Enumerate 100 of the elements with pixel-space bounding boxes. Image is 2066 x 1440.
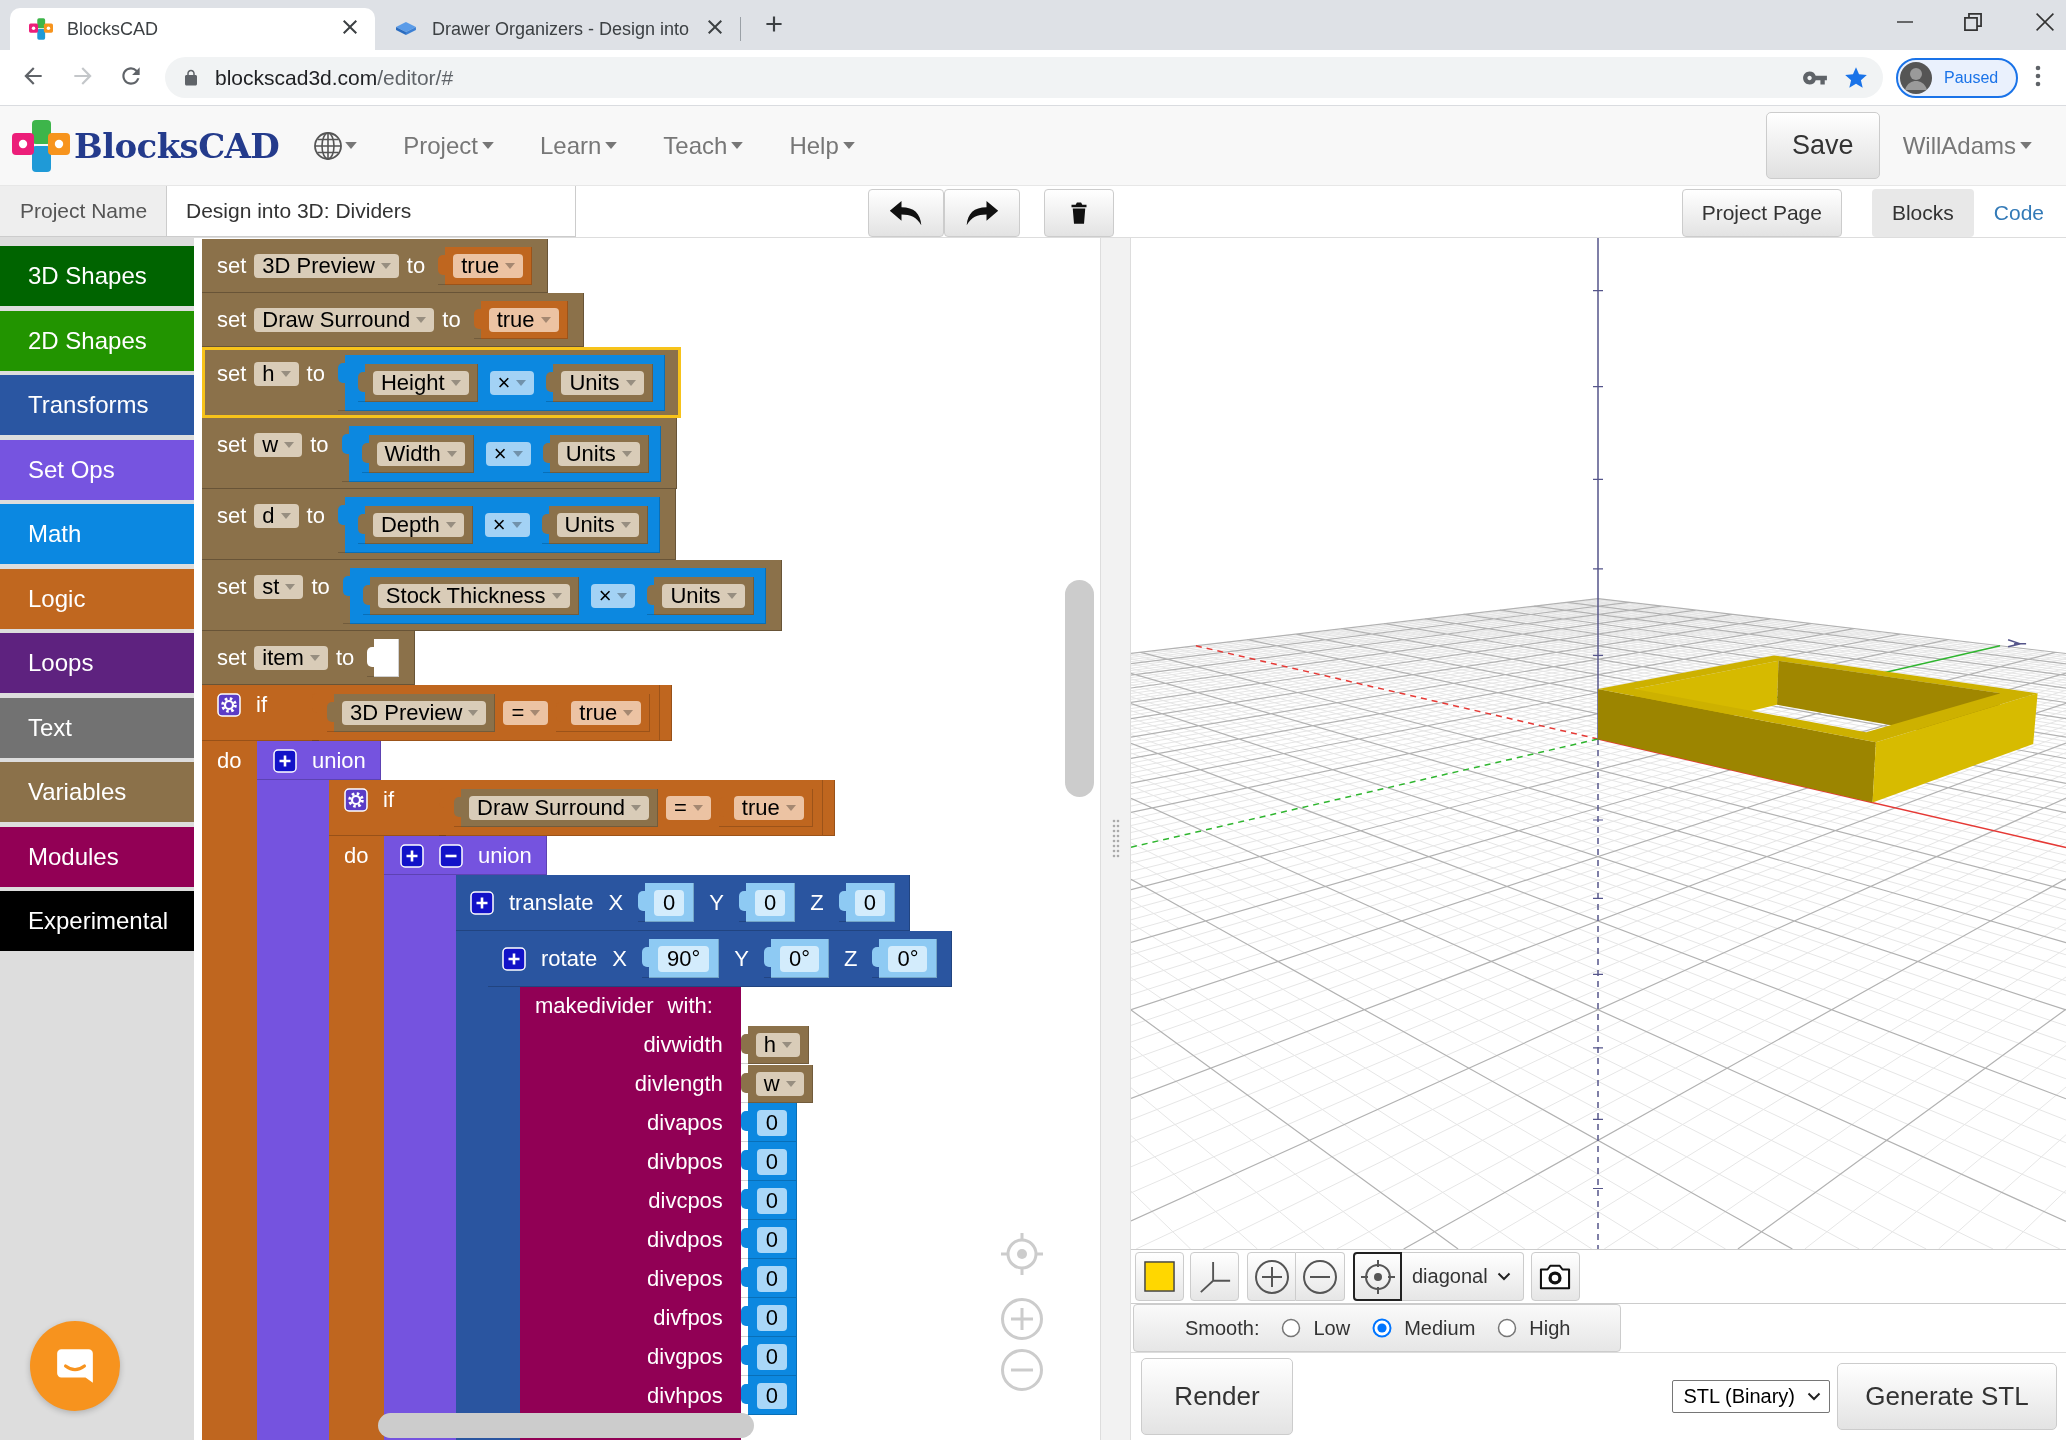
block-header[interactable]: union bbox=[384, 836, 547, 875]
dropdown-field[interactable]: = bbox=[665, 796, 711, 820]
undo-button[interactable] bbox=[868, 189, 944, 237]
dropdown-field[interactable]: Draw Surround bbox=[254, 308, 435, 332]
number-field[interactable]: 0 bbox=[755, 889, 786, 916]
plus-icon[interactable] bbox=[470, 891, 494, 915]
radio-button[interactable] bbox=[1281, 1318, 1302, 1338]
number-field[interactable]: 0° bbox=[888, 945, 928, 972]
category-item[interactable]: Text bbox=[0, 697, 194, 758]
radio-button[interactable] bbox=[1497, 1318, 1518, 1338]
variable-block[interactable]: Depth bbox=[357, 506, 473, 544]
dropdown-field[interactable]: st bbox=[254, 575, 304, 599]
variable-block[interactable]: Units bbox=[546, 364, 653, 402]
number-block[interactable]: 0 bbox=[740, 1376, 798, 1415]
category-item[interactable]: Modules bbox=[0, 826, 194, 887]
browser-tab[interactable]: Drawer Organizers - Design into bbox=[375, 8, 740, 50]
delete-button[interactable] bbox=[1044, 189, 1114, 237]
block-header[interactable]: if 3D Preview = true bbox=[202, 685, 673, 741]
axes-button[interactable] bbox=[1190, 1252, 1239, 1301]
number-field[interactable]: 0 bbox=[756, 1304, 788, 1331]
vertical-scrollbar[interactable] bbox=[1065, 580, 1094, 797]
number-block[interactable]: 0° bbox=[763, 939, 829, 978]
block-header[interactable]: rotate X 90° Y 0° Z 0° bbox=[488, 931, 953, 987]
transform-block[interactable]: rotate X 90° Y 0° Z 0° makedivider with: divwidth h divlength w divapos 0 divbpos 0 divcpos 0 divdpos 0 divepos 0 divfpos 0 divgpos 0 divhpos 0 bbox=[488, 931, 953, 1440]
save-button[interactable]: Save bbox=[1765, 112, 1880, 179]
boolean-block[interactable]: true bbox=[473, 301, 568, 339]
number-block[interactable]: 0 bbox=[638, 883, 695, 922]
category-item[interactable]: Set Ops bbox=[0, 439, 194, 500]
if-block[interactable]: if Draw Surround = true do union translate X 0 Y 0 Z 0 rotate X 90° Y 0° Z 0° makedivider with: divwidth h divlength w divapos 0 divbpos 0 divcpos 0 divdpos 0 divepos 0 divfpos 0 divgpos 0 divhpos 0 bbox=[329, 780, 953, 1440]
arithmetic-block[interactable]: Stock Thickness × Units bbox=[342, 568, 766, 624]
set-variable-block[interactable]: set st to Stock Thickness × Units bbox=[202, 560, 782, 631]
dropdown-field[interactable]: Depth bbox=[372, 513, 464, 537]
radio-label[interactable]: Medium bbox=[1404, 1316, 1476, 1340]
dropdown-field[interactable]: × bbox=[590, 584, 636, 608]
set-variable-block[interactable]: set Draw Surround to true bbox=[202, 293, 584, 347]
number-block[interactable]: 0 bbox=[838, 883, 895, 922]
comparison-block[interactable]: 3D Preview = true bbox=[312, 685, 661, 741]
set-variable-block[interactable]: set w to Width × Units bbox=[202, 418, 677, 489]
category-item[interactable]: 3D Shapes bbox=[0, 246, 194, 306]
dropdown-field[interactable]: true bbox=[733, 796, 804, 820]
block-header[interactable]: if Draw Surround = true bbox=[329, 780, 835, 836]
horizontal-scrollbar[interactable] bbox=[378, 1413, 754, 1438]
puzzle-logo-icon[interactable] bbox=[12, 119, 70, 172]
dropdown-field[interactable]: Units bbox=[557, 442, 640, 466]
nav-menu[interactable]: Help bbox=[789, 131, 855, 160]
number-field[interactable]: 0 bbox=[756, 1148, 788, 1175]
dropdown-field[interactable]: true bbox=[571, 701, 642, 725]
block-header[interactable]: makedivider with: bbox=[520, 987, 741, 1025]
number-field[interactable]: 90° bbox=[657, 945, 710, 972]
minus-icon[interactable] bbox=[439, 843, 463, 868]
gear-icon[interactable] bbox=[217, 693, 241, 717]
number-block[interactable]: 0 bbox=[740, 1142, 798, 1181]
variable-block[interactable]: Units bbox=[647, 577, 754, 615]
dropdown-field[interactable]: true bbox=[453, 254, 524, 278]
category-item[interactable]: Transforms bbox=[0, 375, 194, 435]
zoom-out-button[interactable] bbox=[1296, 1252, 1345, 1301]
gear-icon[interactable] bbox=[344, 788, 368, 812]
plus-icon[interactable] bbox=[273, 748, 297, 773]
boolean-block[interactable]: true bbox=[556, 694, 651, 732]
user-menu[interactable]: WillAdams bbox=[1902, 131, 2032, 160]
language-menu[interactable] bbox=[313, 130, 358, 161]
number-block[interactable]: 90° bbox=[641, 939, 720, 978]
number-block[interactable]: 0 bbox=[739, 883, 796, 922]
dropdown-field[interactable]: 3D Preview bbox=[254, 254, 399, 278]
nav-menu[interactable]: Teach bbox=[663, 131, 744, 160]
number-block[interactable]: 0 bbox=[740, 1298, 798, 1337]
number-block[interactable]: 0 bbox=[740, 1220, 798, 1259]
comparison-block[interactable]: Draw Surround = true bbox=[439, 780, 823, 836]
dropdown-field[interactable]: w bbox=[254, 433, 303, 457]
number-block[interactable]: 0 bbox=[740, 1181, 798, 1220]
category-item[interactable]: Logic bbox=[0, 568, 194, 629]
view-tab[interactable]: Blocks bbox=[1871, 189, 1974, 237]
dropdown-field[interactable]: w bbox=[755, 1071, 804, 1096]
dropdown-field[interactable]: Width bbox=[376, 442, 465, 466]
boolean-block[interactable]: true bbox=[438, 247, 533, 285]
boolean-block[interactable]: true bbox=[718, 789, 813, 827]
variable-block[interactable]: Units bbox=[542, 435, 649, 473]
variable-block[interactable]: Units bbox=[541, 506, 648, 544]
dropdown-field[interactable]: h bbox=[254, 362, 299, 386]
grip-icon[interactable] bbox=[1111, 819, 1120, 859]
dropdown-field[interactable]: × bbox=[485, 442, 531, 466]
dropdown-field[interactable]: item bbox=[254, 646, 328, 670]
number-field[interactable]: 0 bbox=[756, 1226, 788, 1253]
format-select[interactable]: STL (Binary) bbox=[1672, 1380, 1830, 1413]
dropdown-field[interactable]: Draw Surround bbox=[469, 796, 649, 820]
number-block[interactable]: 0 bbox=[740, 1337, 798, 1376]
variable-block[interactable]: 3D Preview bbox=[327, 694, 496, 732]
transform-block[interactable]: translate X 0 Y 0 Z 0 rotate X 90° Y 0° Z 0° makedivider with: divwidth h divlength w divapos 0 divbpos 0 divcpos 0 divdpos 0 divepos 0 divfpos 0 divgpos 0 divhpos 0 bbox=[456, 875, 953, 1440]
number-field[interactable]: 0 bbox=[854, 889, 885, 916]
zoom-in-button[interactable] bbox=[1247, 1252, 1296, 1301]
set-variable-block[interactable]: set h to Height × Units bbox=[202, 347, 681, 418]
category-item[interactable]: Math bbox=[0, 504, 194, 564]
dropdown-field[interactable]: h bbox=[755, 1032, 801, 1057]
set-variable-block[interactable]: set 3D Preview to true bbox=[202, 239, 549, 293]
arithmetic-block[interactable]: Width × Units bbox=[341, 426, 661, 482]
block-header[interactable]: union bbox=[257, 741, 381, 780]
variable-block[interactable]: Draw Surround bbox=[454, 789, 658, 827]
screenshot-button[interactable] bbox=[1530, 1252, 1580, 1301]
dropdown-field[interactable]: Stock Thickness bbox=[377, 584, 570, 608]
number-field[interactable]: 0 bbox=[756, 1343, 788, 1370]
